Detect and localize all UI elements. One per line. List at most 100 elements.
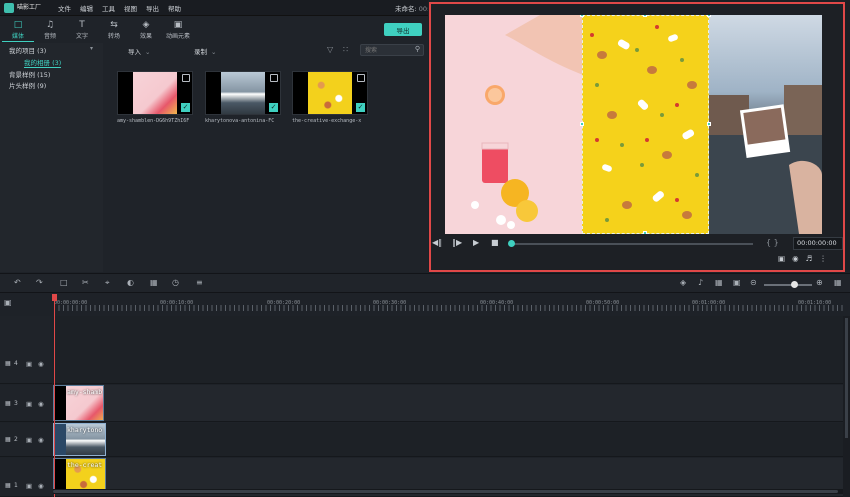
track-number: 2 xyxy=(14,436,18,443)
chevron-down-icon[interactable]: ▾ xyxy=(90,45,93,52)
record-dropdown[interactable]: 录制 ⌄ xyxy=(194,46,216,56)
lock-icon[interactable]: ▣ xyxy=(26,360,32,368)
prev-frame-icon[interactable]: ◀‖ xyxy=(432,238,442,247)
tree-my-projects[interactable]: 我的项目 (3) xyxy=(9,45,46,55)
timeline-horizontal-scrollbar[interactable] xyxy=(53,489,843,494)
track-lane-4[interactable] xyxy=(53,316,843,384)
ruler-label: 00:00:50:00 xyxy=(586,300,620,306)
track-lane-2[interactable]: kharytono xyxy=(53,423,843,457)
menu-view[interactable]: 视图 xyxy=(124,3,137,13)
volume-icon[interactable]: ♬ xyxy=(806,254,813,263)
zoom-knob[interactable] xyxy=(791,281,798,288)
tab-media[interactable]: □ 媒体 xyxy=(2,16,34,42)
grid-view-icon[interactable]: ∷ xyxy=(343,45,348,54)
lock-icon[interactable]: ▣ xyxy=(26,482,32,490)
search-icon[interactable]: ⚲ xyxy=(415,45,420,53)
logo-text: 喵影工厂 xyxy=(17,4,42,11)
import-label: 导入 xyxy=(128,48,141,56)
crop-icon[interactable]: ⌖ xyxy=(105,278,110,288)
track-header-4: ▦ 4 ▣ ◉ xyxy=(0,316,52,384)
eye-icon[interactable]: ◉ xyxy=(38,400,44,408)
green-screen-icon[interactable]: ▦ xyxy=(150,278,158,287)
menu-file[interactable]: 文件 xyxy=(58,3,71,13)
scrollbar-thumb[interactable] xyxy=(845,318,848,438)
lock-icon[interactable]: ▣ xyxy=(26,436,32,444)
progress-knob[interactable] xyxy=(508,240,515,247)
fullscreen-icon[interactable]: ⋮ xyxy=(819,254,827,263)
undo-icon[interactable]: ↶ xyxy=(14,278,21,287)
tab-transition[interactable]: ⇆ 转场 xyxy=(98,16,130,42)
next-frame-icon[interactable]: ‖▶ xyxy=(452,238,462,247)
media-thumbnail[interactable]: ✓ xyxy=(292,71,368,115)
media-item[interactable]: ✓ kharytonova-antonina-FC xyxy=(205,71,281,124)
thumbnail-image xyxy=(133,72,177,114)
tab-elements[interactable]: ▣ 动画元素 xyxy=(162,16,194,42)
menu-export[interactable]: 导出 xyxy=(146,3,159,13)
audio-mix-icon[interactable]: ▦ xyxy=(715,278,723,287)
tab-text-label: 文字 xyxy=(75,33,88,40)
redo-icon[interactable]: ↷ xyxy=(36,278,43,287)
tree-intros[interactable]: 片头样例 (9) xyxy=(9,80,46,90)
play-icon[interactable]: ▶ xyxy=(473,238,479,247)
search-box: ⚲ xyxy=(360,44,424,56)
delete-icon[interactable]: □ xyxy=(60,278,68,287)
snapshot-icon[interactable]: ◉ xyxy=(792,254,799,263)
media-thumbnail[interactable]: ✓ xyxy=(117,71,193,115)
clip-name: amy-shamb xyxy=(67,388,103,396)
eye-icon[interactable]: ◉ xyxy=(38,360,44,368)
timeline-clip[interactable]: amy-shamb xyxy=(53,385,104,421)
media-type-icon xyxy=(357,74,365,82)
tree-my-album[interactable]: 我的相册 (3) xyxy=(24,57,62,68)
zoom-slider[interactable] xyxy=(764,281,812,288)
tab-audio[interactable]: ♫ 音频 xyxy=(34,16,66,42)
zoom-out-icon[interactable]: ⊝ xyxy=(750,278,757,287)
ruler-label: 00:00:30:00 xyxy=(373,300,407,306)
stop-icon[interactable]: ■ xyxy=(491,238,499,247)
menu-tools[interactable]: 工具 xyxy=(102,3,115,13)
media-item[interactable]: ✓ the-creative-exchange-x xyxy=(292,71,368,124)
search-input[interactable] xyxy=(365,46,409,55)
render-preview-icon[interactable]: ▣ xyxy=(778,254,785,263)
scrollbar-thumb[interactable] xyxy=(53,490,838,493)
lock-icon[interactable]: ▣ xyxy=(26,400,32,408)
export-button[interactable]: 导出 xyxy=(384,23,422,36)
mark-in-out-icon[interactable]: { } xyxy=(766,238,779,247)
timeline-vertical-scrollbar[interactable] xyxy=(843,316,850,497)
menu-help[interactable]: 帮助 xyxy=(168,3,181,13)
timeline-ruler[interactable]: ▣ 00:00:00:00 00:00:10:00 00:00:20:00 00… xyxy=(0,294,850,316)
zoom-in-icon[interactable]: ⊕ xyxy=(816,278,823,287)
voiceover-icon[interactable]: ♪ xyxy=(698,278,703,287)
media-name: the-creative-exchange-x xyxy=(292,118,362,124)
menu-edit[interactable]: 编辑 xyxy=(80,3,93,13)
tab-text[interactable]: T 文字 xyxy=(66,16,98,42)
app-window: 喵影工厂 文件 编辑 工具 视图 导出 帮助 未命名: 00:00:05:00 … xyxy=(0,0,850,497)
cut-icon[interactable]: ✂ xyxy=(82,278,89,287)
track-lane-3[interactable]: amy-shamb xyxy=(53,385,843,422)
filter-icon[interactable]: ▽ xyxy=(327,45,333,54)
media-item[interactable]: ✓ amy-shamblen-DG6h9TZhI6F xyxy=(117,71,193,124)
fit-timeline-icon[interactable]: ▦ xyxy=(834,278,842,287)
playhead-line[interactable] xyxy=(54,300,55,497)
color-icon[interactable]: ◐ xyxy=(127,278,134,287)
timeline-toolbar: ↶ ↷ □ ✂ ⌖ ◐ ▦ ◷ ≡ ◈ ♪ ▦ ▣ ⊝ ⊕ ▦ xyxy=(0,273,850,293)
record-label: 录制 xyxy=(194,48,207,56)
eye-icon[interactable]: ◉ xyxy=(38,482,44,490)
tab-effects[interactable]: ◈ 效果 xyxy=(130,16,162,42)
music-icon: ♫ xyxy=(45,20,55,30)
playback-progress[interactable] xyxy=(508,240,753,247)
media-thumbnail[interactable]: ✓ xyxy=(205,71,281,115)
checkmark-icon: ✓ xyxy=(269,103,278,112)
tree-backgrounds[interactable]: 背景样例 (15) xyxy=(9,69,50,79)
subtitle-icon[interactable]: ▣ xyxy=(733,278,741,287)
import-dropdown[interactable]: 导入 ⌄ xyxy=(128,46,150,56)
timeline-clip[interactable]: the-creat xyxy=(53,458,106,492)
adjust-icon[interactable]: ≡ xyxy=(196,278,203,287)
timeline-clip[interactable]: kharytono xyxy=(53,423,106,456)
speed-icon[interactable]: ◷ xyxy=(172,278,179,287)
eye-icon[interactable]: ◉ xyxy=(38,436,44,444)
add-track-icon[interactable]: ▣ xyxy=(4,298,12,307)
media-type-icon xyxy=(182,74,190,82)
marker-icon[interactable]: ◈ xyxy=(680,278,686,287)
chevron-down-icon: ⌄ xyxy=(211,48,217,56)
ruler-label: 00:00:00:00 xyxy=(54,300,88,306)
